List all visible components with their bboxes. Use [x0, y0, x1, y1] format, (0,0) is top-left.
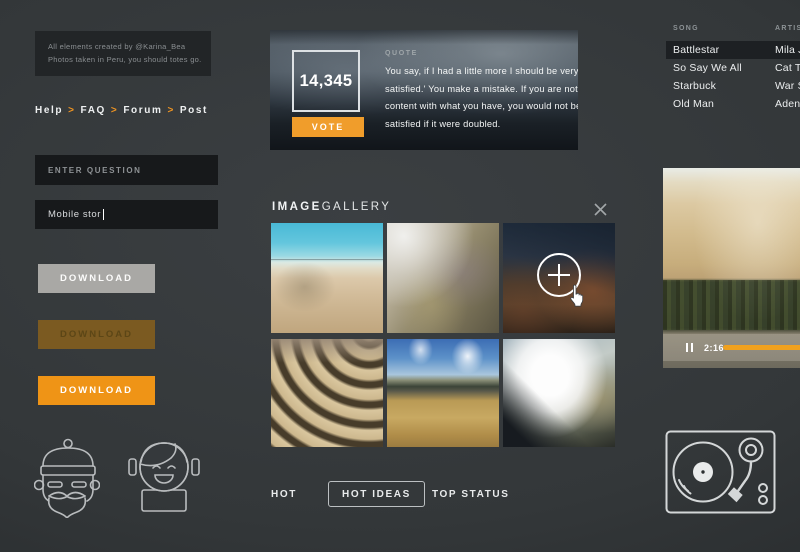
question-input-placeholder: ENTER QUESTION: [48, 166, 142, 175]
table-row[interactable]: So Say We All Cat Ta: [666, 59, 800, 77]
video-control-bar: 2:16: [663, 334, 800, 361]
tooltip-line-2: Photos taken in Peru, you should totes g…: [48, 53, 211, 66]
quote-label: QUOTE: [385, 50, 418, 57]
download-button-active[interactable]: DOWNLOAD: [38, 376, 155, 405]
table-row[interactable]: Battlestar Mila Je: [666, 41, 800, 59]
breadcrumb-forum[interactable]: Forum: [123, 105, 162, 116]
credits-tooltip: All elements created by @Karina_Bea Phot…: [35, 31, 211, 76]
gallery-title-bold: IMAGE: [272, 201, 322, 213]
song-table-header: SONG ARTIST: [666, 25, 800, 41]
video-player[interactable]: 2:16: [663, 168, 800, 368]
gallery-title-light: GALLERY: [322, 201, 392, 213]
chevron-separator-icon: >: [111, 105, 118, 116]
gallery-image-adobe-ruins[interactable]: [503, 223, 615, 333]
gallery-image-sand-dunes-beach[interactable]: [271, 223, 383, 333]
table-row[interactable]: Old Man Aden J: [666, 95, 800, 113]
gallery-image-dry-grass-hillside[interactable]: [387, 223, 499, 333]
vote-count-box: 14,345: [292, 50, 360, 112]
chevron-separator-icon: >: [68, 105, 75, 116]
table-row[interactable]: Starbuck War S: [666, 77, 800, 95]
breadcrumb-post[interactable]: Post: [180, 105, 208, 116]
gallery-image-inca-terraces[interactable]: [271, 339, 383, 447]
image-gallery-grid: [271, 223, 615, 447]
gallery-image-clouds-over-mountain[interactable]: [503, 339, 615, 447]
breadcrumb: Help > FAQ > Forum > Post: [35, 105, 208, 116]
song-table: SONG ARTIST Battlestar Mila Je So Say We…: [666, 25, 800, 113]
search-input-value: Mobile stor: [48, 209, 101, 220]
pause-icon[interactable]: [686, 343, 694, 352]
artist-cell: War S: [775, 77, 800, 95]
question-input[interactable]: ENTER QUESTION: [35, 155, 218, 185]
column-header-song: SONG: [673, 25, 699, 32]
old-man-avatar-icon: [34, 438, 100, 518]
tooltip-line-1: All elements created by @Karina_Bea: [48, 40, 211, 53]
artist-cell: Cat Ta: [775, 59, 800, 77]
gallery-image-valley-field[interactable]: [387, 339, 499, 447]
vote-count: 14,345: [300, 72, 353, 91]
artist-cell: Aden J: [775, 95, 800, 113]
ui-kit-canvas: All elements created by @Karina_Bea Phot…: [0, 0, 800, 552]
gallery-title: IMAGEGALLERY: [272, 201, 391, 213]
search-input[interactable]: Mobile stor: [35, 200, 218, 229]
download-button-default[interactable]: DOWNLOAD: [38, 264, 155, 293]
chevron-separator-icon: >: [167, 105, 174, 116]
vote-button[interactable]: VOTE: [292, 117, 364, 137]
tab-hot-ideas[interactable]: HOT IDEAS: [328, 481, 425, 507]
song-cell: So Say We All: [673, 59, 742, 77]
column-header-artist: ARTIST: [775, 25, 800, 32]
breadcrumb-faq[interactable]: FAQ: [81, 105, 106, 116]
artist-cell: Mila Je: [775, 41, 800, 59]
video-progress-bar[interactable]: [723, 345, 800, 350]
quote-card: 14,345 VOTE QUOTE You say, if I had a li…: [270, 30, 578, 150]
tab-top-status[interactable]: TOP STATUS: [432, 489, 510, 500]
headphones-avatar-icon: [127, 437, 201, 513]
song-cell: Old Man: [673, 95, 714, 113]
download-button-pressed[interactable]: DOWNLOAD: [38, 320, 155, 349]
song-cell: Battlestar: [673, 41, 719, 59]
text-caret: [103, 209, 104, 220]
turntable-icon: [664, 429, 777, 515]
video-frame-palm-trees: [663, 280, 800, 330]
video-timestamp: 2:16: [704, 343, 724, 353]
quote-text: You say, if I had a little more I should…: [385, 63, 578, 133]
breadcrumb-help[interactable]: Help: [35, 105, 63, 116]
tab-hot[interactable]: HOT: [271, 489, 297, 500]
hand-cursor-icon: [565, 283, 589, 309]
close-icon[interactable]: [593, 202, 608, 217]
song-cell: Starbuck: [673, 77, 716, 95]
